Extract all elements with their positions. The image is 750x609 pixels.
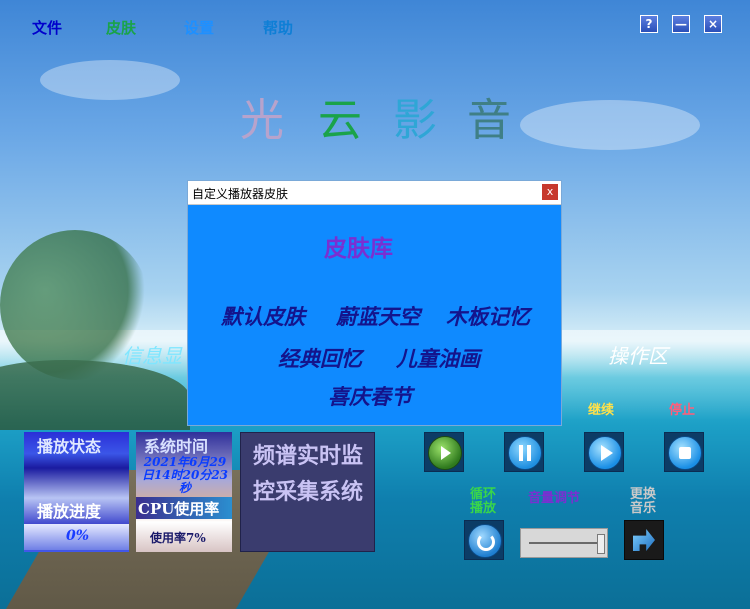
- progress-value: 0%: [66, 528, 90, 544]
- stop-icon: [668, 436, 702, 470]
- open-button[interactable]: [424, 432, 464, 472]
- triangle-icon: [441, 446, 451, 460]
- menu-help[interactable]: 帮助: [263, 17, 293, 38]
- skin-option-default[interactable]: 默认皮肤: [221, 301, 305, 331]
- minimize-button[interactable]: —: [672, 15, 690, 33]
- pause-icon: [508, 436, 542, 470]
- player-window: 文件 皮肤 设置 帮助 ? — × 光 云 影 音 信息显 操作区 自定义播放器…: [0, 0, 750, 609]
- menu-file[interactable]: 文件: [32, 17, 62, 38]
- triangle-icon: [601, 445, 613, 461]
- skin-option-spring-festival[interactable]: 喜庆春节: [328, 381, 412, 411]
- cloud-decoration: [520, 100, 700, 150]
- arrow-icon: [633, 529, 655, 551]
- stop-label: 停止: [669, 403, 696, 418]
- continue-label: 继续: [588, 403, 615, 418]
- play-icon: [588, 436, 622, 470]
- change-music-button[interactable]: [624, 520, 664, 560]
- cpu-usage-value: 使用率7%: [150, 531, 206, 545]
- skin-option-oil-painting[interactable]: 儿童油画: [396, 343, 480, 373]
- skin-dialog: 自定义播放器皮肤 x 皮肤库 默认皮肤 蔚蓝天空 木板记忆 经典回忆 儿童油画 …: [187, 180, 562, 426]
- square-icon: [679, 447, 691, 459]
- pause-button[interactable]: [504, 432, 544, 472]
- close-button[interactable]: ×: [704, 15, 722, 33]
- play-status-title: 播放状态: [37, 437, 102, 456]
- skin-option-wood[interactable]: 木板记忆: [446, 301, 530, 331]
- spectrum-title: 频谱实时监控采集系统: [252, 444, 363, 505]
- pause-bar: [527, 445, 531, 461]
- app-title-char: 音: [467, 95, 511, 146]
- volume-label: 音量调节: [528, 491, 581, 506]
- play-status-panel: 播放状态 播放进度 0%: [24, 432, 129, 552]
- menu-skin[interactable]: 皮肤: [106, 17, 136, 38]
- stop-button[interactable]: [664, 432, 704, 472]
- progress-bar: 0%: [24, 524, 129, 550]
- continue-button[interactable]: [584, 432, 624, 472]
- help-button[interactable]: ?: [640, 15, 658, 33]
- menu-settings[interactable]: 设置: [184, 17, 214, 38]
- play-progress-title: 播放进度: [37, 502, 102, 521]
- loop-label: 循环播放: [469, 487, 496, 516]
- play-circle-icon: [428, 436, 462, 470]
- change-music-label: 更换音乐: [629, 487, 656, 516]
- pause-bar: [519, 445, 523, 461]
- skin-option-blue-sky[interactable]: 蔚蓝天空: [336, 301, 420, 331]
- skin-library-title: 皮肤库: [324, 236, 393, 262]
- spectrum-panel: 频谱实时监控采集系统: [240, 432, 375, 552]
- dialog-title: 自定义播放器皮肤: [192, 187, 289, 201]
- dialog-titlebar: 自定义播放器皮肤 x: [188, 181, 561, 205]
- dialog-close-button[interactable]: x: [542, 184, 558, 200]
- system-time-panel: 系统时间 2021年6月29日14时20分23秒 CPU使用率 使用率7%: [136, 432, 232, 552]
- loop-icon: [468, 524, 502, 558]
- cpu-title-band: CPU使用率: [136, 497, 232, 519]
- app-title-char: 云: [318, 95, 362, 146]
- app-title-char: 光: [240, 95, 284, 146]
- loop-play-button[interactable]: [464, 520, 504, 560]
- volume-track: [529, 542, 597, 544]
- volume-slider[interactable]: [520, 528, 608, 558]
- cloud-decoration: [40, 60, 180, 100]
- info-display-label: 信息显: [122, 344, 182, 368]
- volume-thumb[interactable]: [597, 534, 605, 554]
- app-title-char: 影: [393, 95, 437, 146]
- refresh-arc-icon: [477, 533, 495, 551]
- system-time-title: 系统时间: [144, 437, 209, 456]
- skin-option-classic[interactable]: 经典回忆: [278, 343, 362, 373]
- cpu-usage-title: CPU使用率: [138, 500, 220, 518]
- system-datetime: 2021年6月29日14时20分23秒: [141, 455, 229, 495]
- operation-area-label: 操作区: [608, 344, 668, 368]
